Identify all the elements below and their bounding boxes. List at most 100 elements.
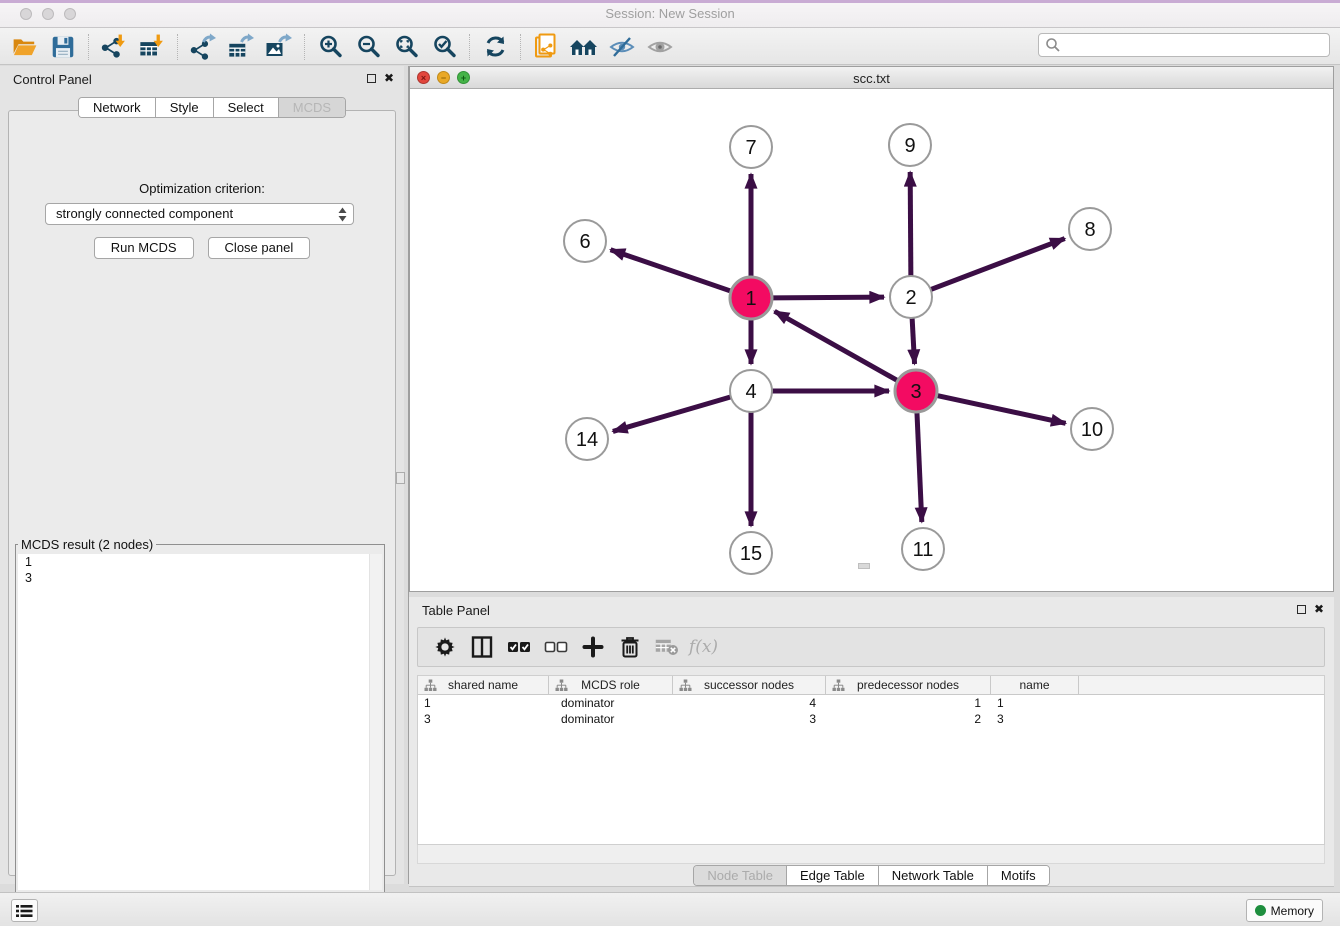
tab-motifs[interactable]: Motifs	[988, 866, 1049, 885]
column-label: successor nodes	[704, 678, 794, 692]
settings-button[interactable]	[426, 631, 463, 663]
memory-label: Memory	[1271, 904, 1314, 918]
search-input[interactable]	[1062, 38, 1329, 52]
show-all-icon	[646, 34, 674, 60]
deselect-all-button[interactable]	[537, 631, 574, 663]
import-table-icon	[138, 33, 166, 60]
overview-button[interactable]	[565, 31, 603, 63]
edge-1-6[interactable]	[611, 250, 732, 291]
tab-node-table[interactable]: Node Table	[694, 866, 787, 885]
edge-2-9[interactable]	[910, 172, 911, 276]
tab-edge-table[interactable]: Edge Table	[787, 866, 879, 885]
settings-icon	[434, 636, 456, 658]
control-panel-titlebar: Control Panel ✖	[0, 66, 404, 92]
import-network-button[interactable]	[95, 31, 133, 63]
node-label-6: 6	[579, 231, 590, 253]
task-history-button[interactable]	[11, 899, 38, 922]
node-table: shared name MCDS role successor nodes prede…	[417, 675, 1325, 845]
list-icon	[16, 904, 33, 918]
toolbar-separator	[88, 34, 89, 60]
node-label-8: 8	[1084, 219, 1095, 241]
edge-3-10[interactable]	[937, 395, 1066, 423]
application-window: Session: New Session Control Panel ✖ Opt…	[0, 0, 1340, 926]
horizontal-split-grip[interactable]	[858, 563, 870, 569]
network-canvas[interactable]: 7968124314101511	[410, 89, 1333, 591]
close-table-panel-icon[interactable]: ✖	[1314, 604, 1324, 614]
hierarchy-icon	[424, 679, 437, 692]
search-icon	[1044, 36, 1062, 54]
search-field[interactable]	[1038, 33, 1330, 57]
column-layout-icon	[470, 635, 494, 659]
edge-3-11[interactable]	[917, 412, 922, 522]
zoom-fit-button[interactable]	[387, 31, 425, 63]
hide-selected-button[interactable]	[603, 31, 641, 63]
column-header-successor-nodes[interactable]: successor nodes	[673, 676, 826, 694]
tab-network[interactable]: Network	[79, 98, 156, 117]
refresh-icon	[482, 33, 509, 60]
hierarchy-icon	[832, 679, 845, 692]
add-button[interactable]	[574, 631, 611, 663]
control-panel-title: Control Panel	[13, 72, 92, 87]
tab-select[interactable]: Select	[214, 98, 279, 117]
import-table-button[interactable]	[133, 31, 171, 63]
tab-style[interactable]: Style	[156, 98, 214, 117]
column-header-MCDS-role[interactable]: MCDS role	[549, 676, 673, 694]
zoom-out-button[interactable]	[349, 31, 387, 63]
select-all-button[interactable]	[500, 631, 537, 663]
cell-name: 3	[991, 711, 1079, 727]
import-network-icon	[100, 33, 128, 60]
memory-button[interactable]: Memory	[1246, 899, 1323, 922]
network-window-titlebar[interactable]: × − + scc.txt	[410, 67, 1333, 89]
export-table-button[interactable]	[222, 31, 260, 63]
zoom-in-button[interactable]	[311, 31, 349, 63]
table-row[interactable]: 3dominator323	[418, 711, 1324, 727]
optimization-criterion-label: Optimization criterion:	[9, 181, 395, 196]
zoom-selected-button[interactable]	[425, 31, 463, 63]
column-layout-button[interactable]	[463, 631, 500, 663]
result-scrollbar[interactable]	[369, 554, 382, 890]
criterion-dropdown[interactable]: strongly connected component	[45, 203, 354, 225]
deselect-all-icon	[543, 636, 569, 658]
delete-button[interactable]	[611, 631, 648, 663]
criterion-value: strongly connected component	[56, 206, 233, 221]
column-header-shared-name[interactable]: shared name	[418, 676, 549, 694]
edge-4-14[interactable]	[613, 397, 731, 432]
show-all-button[interactable]	[641, 31, 679, 63]
column-label: shared name	[448, 678, 518, 692]
edge-2-3[interactable]	[912, 318, 914, 364]
close-panel-icon[interactable]: ✖	[384, 73, 394, 83]
column-header-name[interactable]: name	[991, 676, 1079, 694]
run-mcds-button[interactable]: Run MCDS	[94, 237, 194, 259]
edge-2-8[interactable]	[931, 239, 1065, 290]
zoom-selected-icon	[431, 33, 458, 60]
open-session-button[interactable]	[6, 31, 44, 63]
column-label: predecessor nodes	[857, 678, 959, 692]
export-network-button[interactable]	[184, 31, 222, 63]
export-image-button[interactable]	[260, 31, 298, 63]
tab-network-table[interactable]: Network Table	[879, 866, 988, 885]
zoom-out-icon	[355, 33, 382, 60]
close-panel-button[interactable]: Close panel	[208, 237, 311, 259]
main-toolbar	[0, 28, 1340, 65]
save-session-button[interactable]	[44, 31, 82, 63]
float-panel-icon[interactable]	[367, 74, 376, 83]
table-panel-title: Table Panel	[422, 603, 490, 618]
export-network-icon	[189, 33, 217, 60]
edge-1-2[interactable]	[772, 297, 884, 298]
table-scrollbar[interactable]	[417, 845, 1325, 864]
float-table-panel-icon[interactable]	[1297, 605, 1306, 614]
tab-mcds[interactable]: MCDS	[279, 98, 345, 117]
delete-table-icon	[654, 636, 680, 658]
edge-3-1[interactable]	[775, 311, 898, 380]
mcds-result-legend: MCDS result (2 nodes)	[18, 537, 156, 552]
window-titlebar: Session: New Session	[0, 0, 1340, 28]
network-file-button[interactable]	[527, 31, 565, 63]
open-session-icon	[11, 34, 39, 60]
add-icon	[581, 635, 605, 659]
zoom-fit-icon	[393, 33, 420, 60]
column-header-predecessor-nodes[interactable]: predecessor nodes	[826, 676, 991, 694]
table-row[interactable]: 1dominator411	[418, 695, 1324, 711]
mcds-result-area[interactable]: 13	[18, 554, 382, 890]
refresh-button[interactable]	[476, 31, 514, 63]
panel-split-grip[interactable]	[396, 472, 405, 484]
